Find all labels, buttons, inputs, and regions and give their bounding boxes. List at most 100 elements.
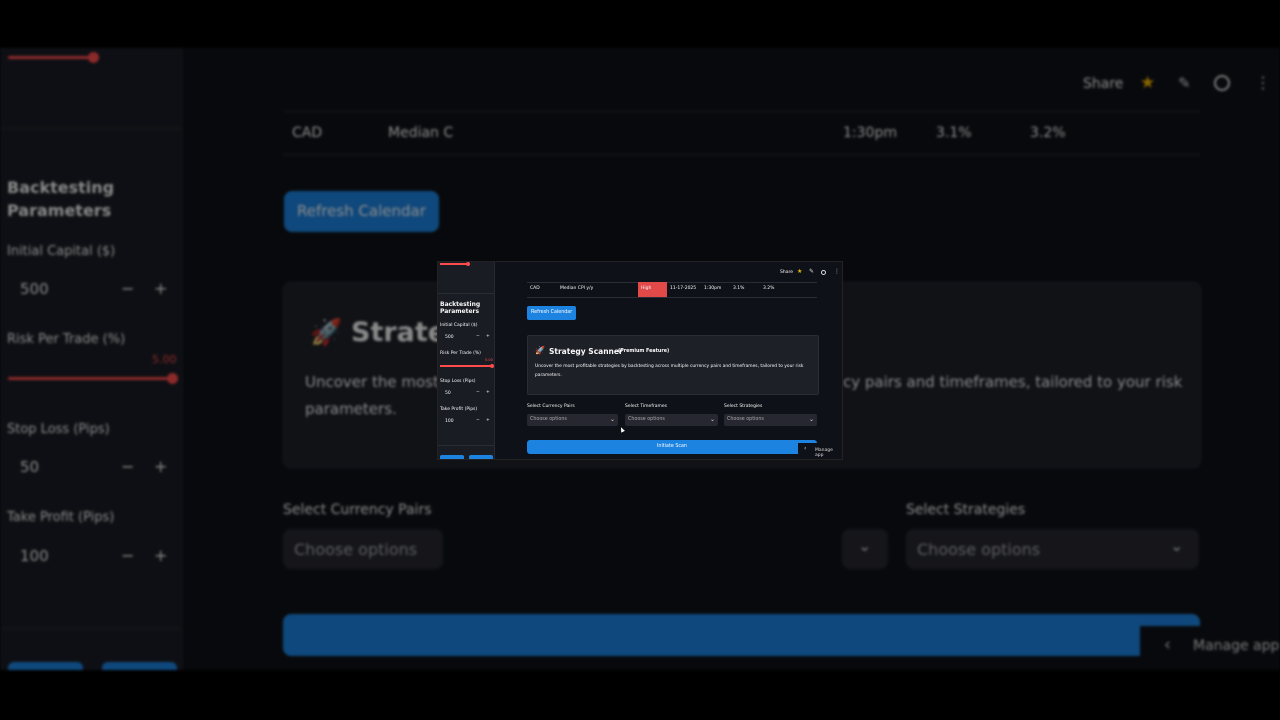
bg-risk-value: 5.00	[152, 353, 177, 366]
bg-take-profit-value: 100	[20, 547, 49, 565]
bg-github-icon[interactable]	[1214, 75, 1230, 91]
bg-cell-event: Median C	[388, 125, 454, 141]
bg-kebab-menu-icon[interactable]: ⋮	[1255, 73, 1271, 92]
bg-sidebar: Backtesting Parameters Initial Capital (…	[0, 48, 183, 670]
sidebar-button-1[interactable]	[440, 455, 464, 459]
sidebar-button-2[interactable]	[469, 455, 493, 459]
bg-risk-slider[interactable]	[8, 377, 172, 380]
bg-initial-capital-value: 500	[20, 280, 49, 298]
bg-share-link[interactable]: Share	[1083, 76, 1123, 92]
bg-star-icon[interactable]: ★	[1140, 73, 1155, 93]
risk-slider-fill	[440, 365, 492, 367]
bg-cell-actual: 3.1%	[936, 125, 972, 141]
bg-initiate-scan-button[interactable]	[283, 614, 1200, 656]
stop-loss-minus-button[interactable]: −	[476, 390, 480, 395]
take-profit-plus-button[interactable]: +	[486, 418, 490, 423]
currency-pairs-label: Select Currency Pairs	[527, 404, 575, 409]
bg-take-profit-minus[interactable]: −	[121, 546, 134, 565]
take-profit-minus-button[interactable]: −	[476, 418, 480, 423]
app-screenshot: Backtesting Parameters Initial Capital (…	[438, 262, 842, 459]
bg-initial-capital-plus[interactable]: +	[154, 279, 167, 298]
bg-sidebar-button-2[interactable]	[102, 662, 177, 670]
bg-cell-currency: CAD	[292, 125, 323, 141]
bg-cell-forecast: 3.2%	[1030, 125, 1066, 141]
cell-date: 11-17-2025	[670, 286, 697, 291]
share-link[interactable]: Share	[780, 270, 793, 275]
timeframes-select[interactable]: Choose options ⌄	[625, 414, 718, 426]
sidebar-top-slider[interactable]	[440, 263, 468, 265]
bg-currency-pairs-label: Select Currency Pairs	[283, 502, 432, 518]
risk-per-trade-value: 5.00	[485, 358, 493, 362]
cell-event: Median CPI y/y	[560, 286, 594, 291]
bg-sidebar-heading: Backtesting Parameters	[7, 178, 115, 220]
cell-forecast: 3.2%	[763, 286, 775, 291]
risk-slider-knob[interactable]	[490, 364, 494, 368]
sidebar: Backtesting Parameters Initial Capital (…	[438, 262, 495, 459]
bg-divider	[0, 128, 183, 129]
bg-cell-time: 1:30pm	[843, 125, 897, 141]
sidebar-divider	[438, 293, 494, 294]
bg-pencil-icon[interactable]: ✎	[1178, 74, 1191, 92]
currency-pairs-select[interactable]: Choose options ⌄	[527, 414, 618, 426]
pencil-icon[interactable]: ✎	[809, 268, 814, 275]
timeframes-placeholder: Choose options	[628, 417, 665, 422]
bg-stop-loss-label: Stop Loss (Pips)	[7, 422, 110, 437]
chevron-down-icon: ⌄	[808, 416, 814, 423]
bg-stop-loss-value: 50	[20, 458, 40, 476]
rocket-icon: 🚀	[535, 346, 545, 355]
refresh-calendar-button[interactable]: Refresh Calendar	[527, 306, 577, 320]
premium-feature-badge: (Premium Feature)	[618, 349, 670, 354]
bg-chevron-down-icon-2: ⌄	[1170, 536, 1184, 555]
bg-sidebar-top-slider	[8, 56, 93, 59]
stop-loss-value: 50	[445, 391, 451, 396]
bg-rocket-icon: 🚀	[310, 318, 343, 348]
bg-strategies-label: Select Strategies	[906, 502, 1026, 518]
bg-refresh-calendar-button[interactable]: Refresh Calendar	[284, 191, 439, 232]
stop-loss-label: Stop Loss (Pips)	[440, 379, 476, 384]
cell-time: 1:30pm	[704, 286, 722, 291]
strategies-placeholder: Choose options	[727, 417, 764, 422]
github-icon[interactable]	[821, 270, 826, 275]
stop-loss-plus-button[interactable]: +	[486, 390, 490, 395]
bg-manage-app-label: Manage app	[1193, 638, 1280, 654]
take-profit-label: Take Profit (Pips)	[440, 407, 478, 412]
chevron-left-icon: ‹	[804, 445, 807, 452]
bg-risk-slider-knob[interactable]	[167, 373, 178, 384]
bg-stop-loss-plus[interactable]: +	[154, 457, 167, 476]
bg-strategies-placeholder: Choose options	[917, 540, 1041, 559]
currency-pairs-placeholder: Choose options	[530, 417, 567, 422]
take-profit-value: 100	[445, 419, 454, 424]
strategies-label: Select Strategies	[724, 404, 763, 409]
bg-desc-left: Uncover the most p	[305, 373, 454, 391]
strategies-select[interactable]: Choose options ⌄	[724, 414, 817, 426]
bg-initial-capital-label: Initial Capital ($)	[7, 244, 116, 259]
sidebar-top-slider-knob[interactable]	[466, 262, 470, 266]
risk-per-trade-label: Risk Per Trade (%)	[440, 351, 481, 356]
chevron-down-icon: ⌄	[709, 416, 715, 423]
bg-chevron-down-icon: ⌄	[858, 536, 872, 555]
star-icon[interactable]: ★	[797, 268, 802, 275]
bg-desc-left-2: parameters.	[305, 400, 397, 418]
mouse-cursor-icon	[619, 426, 625, 433]
bg-divider-bottom	[0, 628, 183, 629]
bg-take-profit-label: Take Profit (Pips)	[7, 510, 115, 525]
cell-currency: CAD	[530, 286, 540, 291]
initial-capital-minus-button[interactable]: −	[476, 334, 480, 339]
kebab-menu-icon[interactable]: ⋮	[834, 268, 840, 275]
bg-sidebar-button-1[interactable]	[8, 662, 83, 670]
initiate-scan-button[interactable]: Initiate Scan	[527, 440, 817, 454]
bg-take-profit-plus[interactable]: +	[154, 546, 167, 565]
initial-capital-value: 500	[445, 335, 454, 340]
bg-currency-pairs-placeholder: Choose options	[294, 540, 418, 559]
cell-impact-label: High	[641, 286, 652, 291]
bg-desc-right: cy pairs and timeframes, tailored to you…	[843, 373, 1183, 391]
bg-stop-loss-minus[interactable]: −	[121, 457, 134, 476]
bg-sidebar-top-slider-knob	[88, 52, 99, 63]
chevron-down-icon: ⌄	[609, 416, 615, 423]
cell-actual: 3.1%	[733, 286, 745, 291]
bg-chevron-left-icon: ‹	[1164, 635, 1171, 655]
bg-initial-capital-minus[interactable]: −	[121, 279, 134, 298]
initial-capital-plus-button[interactable]: +	[486, 334, 490, 339]
manage-app-label: Manage app	[815, 448, 833, 458]
sidebar-heading: Backtesting Parameters	[440, 301, 481, 315]
